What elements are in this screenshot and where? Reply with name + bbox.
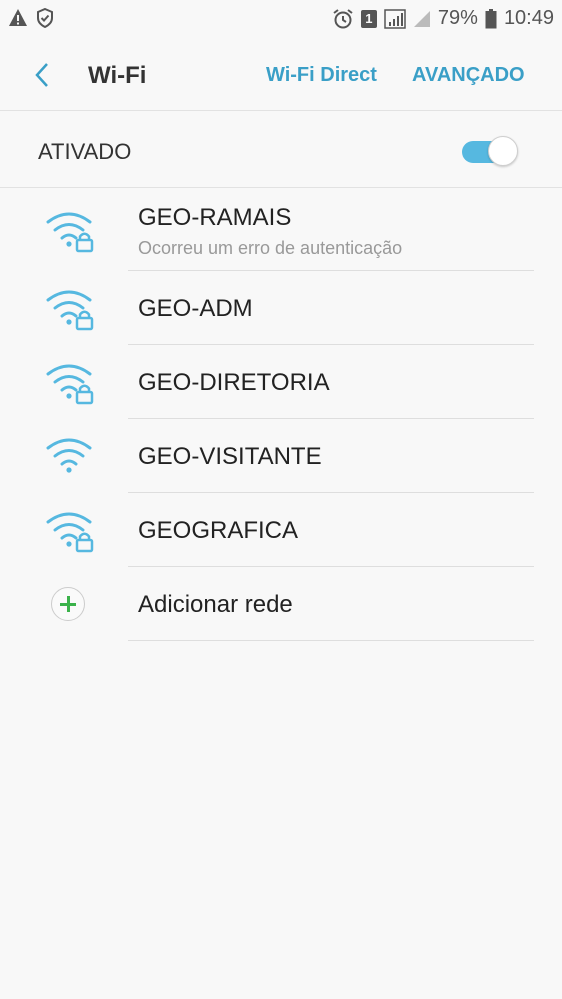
network-item[interactable]: GEOGRAFICA	[0, 493, 562, 567]
divider	[128, 640, 534, 641]
network-item[interactable]: GEO-VISITANTE	[0, 419, 562, 493]
plus-icon	[51, 587, 85, 621]
add-network-label: Adicionar rede	[138, 591, 293, 618]
toggle-label: ATIVADO	[38, 139, 132, 164]
alarm-icon	[332, 8, 354, 30]
warning-icon	[8, 8, 28, 28]
wifi-icon	[45, 436, 95, 485]
network-item[interactable]: GEO-ADM	[0, 271, 562, 345]
app-bar: Wi-Fi Wi-Fi Direct AVANÇADO	[0, 40, 562, 111]
network-name: GEO-VISITANTE	[138, 443, 322, 470]
wifi-locked-icon	[45, 288, 95, 337]
add-network-item[interactable]: Adicionar rede	[0, 567, 562, 641]
back-button[interactable]	[28, 60, 58, 90]
signal-secondary-icon	[413, 10, 431, 28]
network-item[interactable]: GEO-DIRETORIA	[0, 345, 562, 419]
shield-check-icon	[36, 8, 54, 28]
battery-icon	[485, 8, 497, 29]
battery-percent: 79%	[437, 7, 478, 29]
switch-knob	[488, 136, 518, 166]
wifi-locked-icon	[45, 210, 95, 259]
network-name: GEO-RAMAIS	[138, 204, 292, 231]
chevron-left-icon	[35, 63, 48, 87]
sim-badge: 1	[360, 9, 377, 28]
wifi-switch[interactable]	[460, 135, 520, 167]
wifi-locked-icon	[45, 362, 95, 411]
network-item[interactable]: GEO-RAMAIS Ocorreu um erro de autenticaç…	[0, 188, 562, 271]
network-name: GEO-DIRETORIA	[138, 369, 330, 396]
wifi-locked-icon	[45, 510, 95, 559]
network-name: GEOGRAFICA	[138, 517, 299, 544]
network-name: GEO-ADM	[138, 295, 253, 322]
page-title: Wi-Fi	[88, 62, 147, 89]
clock: 10:49	[503, 7, 554, 29]
wifi-toggle-row[interactable]: ATIVADO	[0, 111, 562, 188]
network-status: Ocorreu um erro de autenticação	[138, 238, 403, 258]
status-bar: 1 79% 10:49	[0, 0, 562, 40]
advanced-button[interactable]: AVANÇADO	[412, 64, 525, 87]
wifi-direct-button[interactable]: Wi-Fi Direct	[266, 64, 377, 87]
signal-icon	[384, 8, 406, 29]
network-list: GEO-RAMAIS Ocorreu um erro de autenticaç…	[0, 188, 562, 641]
